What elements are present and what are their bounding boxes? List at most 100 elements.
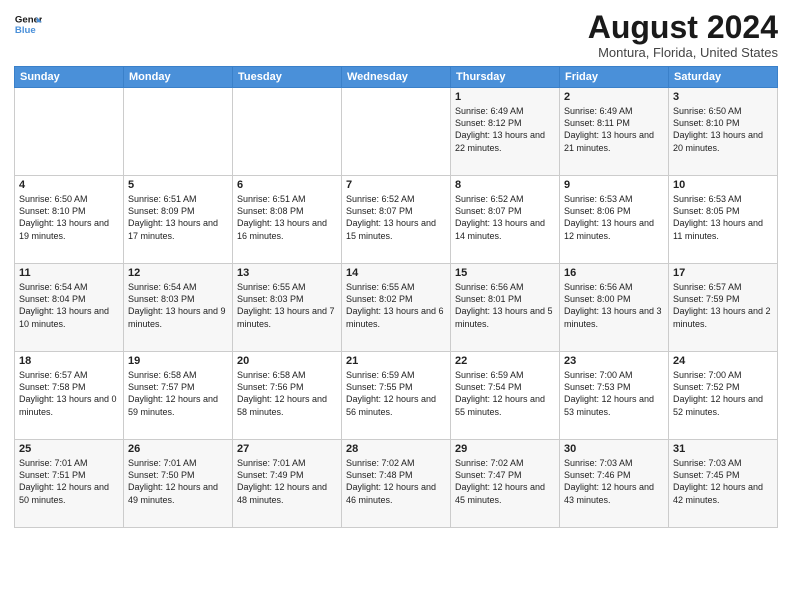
cell-info: Sunrise: 6:51 AMSunset: 8:08 PMDaylight:… (237, 193, 337, 242)
cell-info: Sunrise: 6:52 AMSunset: 8:07 PMDaylight:… (455, 193, 555, 242)
calendar-page: General Blue August 2024 Montura, Florid… (0, 0, 792, 612)
cell-week2-day4: 8 Sunrise: 6:52 AMSunset: 8:07 PMDayligh… (451, 176, 560, 264)
day-number: 10 (673, 179, 773, 191)
week-row-1: 1 Sunrise: 6:49 AMSunset: 8:12 PMDayligh… (15, 88, 778, 176)
cell-info: Sunrise: 6:52 AMSunset: 8:07 PMDaylight:… (346, 193, 446, 242)
cell-info: Sunrise: 6:50 AMSunset: 8:10 PMDaylight:… (19, 193, 119, 242)
day-number: 30 (564, 443, 664, 455)
cell-info: Sunrise: 6:50 AMSunset: 8:10 PMDaylight:… (673, 105, 773, 154)
day-number: 17 (673, 267, 773, 279)
cell-info: Sunrise: 6:53 AMSunset: 8:06 PMDaylight:… (564, 193, 664, 242)
cell-week1-day2 (233, 88, 342, 176)
week-row-4: 18 Sunrise: 6:57 AMSunset: 7:58 PMDaylig… (15, 352, 778, 440)
cell-week4-day1: 19 Sunrise: 6:58 AMSunset: 7:57 PMDaylig… (124, 352, 233, 440)
day-number: 18 (19, 355, 119, 367)
cell-week2-day3: 7 Sunrise: 6:52 AMSunset: 8:07 PMDayligh… (342, 176, 451, 264)
cell-info: Sunrise: 6:55 AMSunset: 8:03 PMDaylight:… (237, 281, 337, 330)
logo: General Blue (14, 10, 42, 38)
title-block: August 2024 Montura, Florida, United Sta… (588, 10, 778, 60)
cell-week5-day6: 31 Sunrise: 7:03 AMSunset: 7:45 PMDaylig… (669, 440, 778, 528)
svg-text:Blue: Blue (15, 25, 36, 36)
cell-week5-day2: 27 Sunrise: 7:01 AMSunset: 7:49 PMDaylig… (233, 440, 342, 528)
day-number: 12 (128, 267, 228, 279)
cell-info: Sunrise: 6:54 AMSunset: 8:03 PMDaylight:… (128, 281, 228, 330)
cell-info: Sunrise: 6:56 AMSunset: 8:01 PMDaylight:… (455, 281, 555, 330)
cell-week1-day4: 1 Sunrise: 6:49 AMSunset: 8:12 PMDayligh… (451, 88, 560, 176)
cell-info: Sunrise: 7:03 AMSunset: 7:46 PMDaylight:… (564, 457, 664, 506)
cell-week2-day6: 10 Sunrise: 6:53 AMSunset: 8:05 PMDaylig… (669, 176, 778, 264)
cell-week4-day2: 20 Sunrise: 6:58 AMSunset: 7:56 PMDaylig… (233, 352, 342, 440)
cell-week5-day5: 30 Sunrise: 7:03 AMSunset: 7:46 PMDaylig… (560, 440, 669, 528)
day-number: 27 (237, 443, 337, 455)
header-saturday: Saturday (669, 67, 778, 88)
day-number: 23 (564, 355, 664, 367)
cell-week5-day4: 29 Sunrise: 7:02 AMSunset: 7:47 PMDaylig… (451, 440, 560, 528)
day-number: 11 (19, 267, 119, 279)
day-number: 4 (19, 179, 119, 191)
header-thursday: Thursday (451, 67, 560, 88)
day-number: 14 (346, 267, 446, 279)
cell-week5-day1: 26 Sunrise: 7:01 AMSunset: 7:50 PMDaylig… (124, 440, 233, 528)
header-friday: Friday (560, 67, 669, 88)
cell-info: Sunrise: 6:49 AMSunset: 8:12 PMDaylight:… (455, 105, 555, 154)
cell-week3-day1: 12 Sunrise: 6:54 AMSunset: 8:03 PMDaylig… (124, 264, 233, 352)
cell-week3-day3: 14 Sunrise: 6:55 AMSunset: 8:02 PMDaylig… (342, 264, 451, 352)
cell-info: Sunrise: 6:53 AMSunset: 8:05 PMDaylight:… (673, 193, 773, 242)
calendar-table: Sunday Monday Tuesday Wednesday Thursday… (14, 66, 778, 528)
cell-info: Sunrise: 6:59 AMSunset: 7:54 PMDaylight:… (455, 369, 555, 418)
cell-info: Sunrise: 7:02 AMSunset: 7:48 PMDaylight:… (346, 457, 446, 506)
day-number: 29 (455, 443, 555, 455)
header-tuesday: Tuesday (233, 67, 342, 88)
week-row-3: 11 Sunrise: 6:54 AMSunset: 8:04 PMDaylig… (15, 264, 778, 352)
weekday-header-row: Sunday Monday Tuesday Wednesday Thursday… (15, 67, 778, 88)
cell-info: Sunrise: 6:56 AMSunset: 8:00 PMDaylight:… (564, 281, 664, 330)
cell-week3-day4: 15 Sunrise: 6:56 AMSunset: 8:01 PMDaylig… (451, 264, 560, 352)
day-number: 28 (346, 443, 446, 455)
day-number: 26 (128, 443, 228, 455)
cell-week1-day5: 2 Sunrise: 6:49 AMSunset: 8:11 PMDayligh… (560, 88, 669, 176)
day-number: 24 (673, 355, 773, 367)
day-number: 6 (237, 179, 337, 191)
logo-icon: General Blue (14, 10, 42, 38)
cell-week2-day2: 6 Sunrise: 6:51 AMSunset: 8:08 PMDayligh… (233, 176, 342, 264)
day-number: 3 (673, 91, 773, 103)
day-number: 22 (455, 355, 555, 367)
cell-week4-day5: 23 Sunrise: 7:00 AMSunset: 7:53 PMDaylig… (560, 352, 669, 440)
cell-week1-day1 (124, 88, 233, 176)
header-monday: Monday (124, 67, 233, 88)
day-number: 1 (455, 91, 555, 103)
day-number: 21 (346, 355, 446, 367)
cell-info: Sunrise: 7:03 AMSunset: 7:45 PMDaylight:… (673, 457, 773, 506)
cell-info: Sunrise: 6:49 AMSunset: 8:11 PMDaylight:… (564, 105, 664, 154)
cell-week3-day0: 11 Sunrise: 6:54 AMSunset: 8:04 PMDaylig… (15, 264, 124, 352)
cell-week2-day5: 9 Sunrise: 6:53 AMSunset: 8:06 PMDayligh… (560, 176, 669, 264)
day-number: 9 (564, 179, 664, 191)
day-number: 5 (128, 179, 228, 191)
cell-week2-day0: 4 Sunrise: 6:50 AMSunset: 8:10 PMDayligh… (15, 176, 124, 264)
cell-week5-day3: 28 Sunrise: 7:02 AMSunset: 7:48 PMDaylig… (342, 440, 451, 528)
cell-info: Sunrise: 6:59 AMSunset: 7:55 PMDaylight:… (346, 369, 446, 418)
day-number: 15 (455, 267, 555, 279)
day-number: 25 (19, 443, 119, 455)
week-row-2: 4 Sunrise: 6:50 AMSunset: 8:10 PMDayligh… (15, 176, 778, 264)
cell-info: Sunrise: 6:58 AMSunset: 7:56 PMDaylight:… (237, 369, 337, 418)
day-number: 20 (237, 355, 337, 367)
cell-week3-day5: 16 Sunrise: 6:56 AMSunset: 8:00 PMDaylig… (560, 264, 669, 352)
cell-week1-day6: 3 Sunrise: 6:50 AMSunset: 8:10 PMDayligh… (669, 88, 778, 176)
day-number: 2 (564, 91, 664, 103)
header-sunday: Sunday (15, 67, 124, 88)
cell-info: Sunrise: 6:57 AMSunset: 7:59 PMDaylight:… (673, 281, 773, 330)
location-subtitle: Montura, Florida, United States (588, 45, 778, 60)
cell-week2-day1: 5 Sunrise: 6:51 AMSunset: 8:09 PMDayligh… (124, 176, 233, 264)
cell-week1-day0 (15, 88, 124, 176)
cell-info: Sunrise: 6:55 AMSunset: 8:02 PMDaylight:… (346, 281, 446, 330)
header: General Blue August 2024 Montura, Florid… (14, 10, 778, 60)
cell-info: Sunrise: 7:01 AMSunset: 7:51 PMDaylight:… (19, 457, 119, 506)
cell-week4-day3: 21 Sunrise: 6:59 AMSunset: 7:55 PMDaylig… (342, 352, 451, 440)
cell-week4-day4: 22 Sunrise: 6:59 AMSunset: 7:54 PMDaylig… (451, 352, 560, 440)
cell-week1-day3 (342, 88, 451, 176)
day-number: 8 (455, 179, 555, 191)
day-number: 31 (673, 443, 773, 455)
day-number: 13 (237, 267, 337, 279)
header-wednesday: Wednesday (342, 67, 451, 88)
